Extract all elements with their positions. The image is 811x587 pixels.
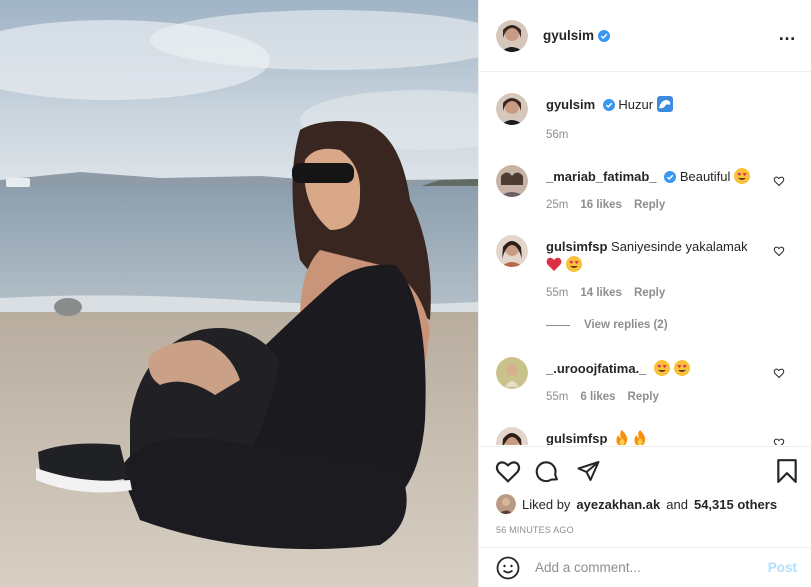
- commenter-avatar[interactable]: [496, 235, 528, 267]
- like-heart-icon[interactable]: [495, 459, 521, 483]
- likes-prefix: Liked by: [522, 496, 571, 512]
- post-comment-button[interactable]: Post: [768, 560, 797, 575]
- comment-bubble-icon[interactable]: [535, 459, 560, 484]
- like-comment-heart-icon[interactable]: [773, 367, 785, 379]
- caption-username[interactable]: gyulsim: [546, 97, 595, 112]
- commenter-username[interactable]: gulsimfsp: [546, 431, 607, 445]
- heart-eyes-emoji-icon: [654, 360, 671, 376]
- liker-avatar[interactable]: [496, 494, 516, 514]
- likes-count[interactable]: 54,315 others: [694, 497, 777, 512]
- verified-badge-icon: [598, 29, 611, 42]
- like-comment-heart-icon[interactable]: [773, 245, 785, 257]
- replies-divider: [546, 324, 570, 326]
- caption-meta: 56m: [546, 129, 568, 141]
- comment-meta: 55m 6 likes Reply: [546, 391, 659, 403]
- caption-author-avatar[interactable]: [496, 93, 528, 125]
- comment-likes[interactable]: 14 likes: [580, 287, 622, 299]
- beach-photo-illustration: [0, 0, 478, 587]
- post-actions: Liked by ayezakhan.ak and 54,315 others …: [479, 446, 811, 546]
- like-comment-heart-icon[interactable]: [773, 437, 785, 445]
- save-bookmark-icon[interactable]: [776, 458, 798, 484]
- commenter-avatar[interactable]: [496, 427, 528, 445]
- caption-time: 56m: [546, 129, 569, 141]
- comments-list[interactable]: gyulsim Huzur 56m _mariab_fatimab_ Beaut…: [479, 73, 811, 445]
- post-timestamp: 56 MINUTES AGO: [496, 525, 574, 535]
- commenter-avatar[interactable]: [496, 357, 528, 389]
- view-replies-toggle[interactable]: View replies (2): [546, 319, 668, 331]
- emoji-smiley-icon[interactable]: [496, 556, 520, 580]
- comment-input[interactable]: [535, 560, 745, 575]
- commenter-username[interactable]: _.urooojfatima._: [546, 361, 646, 376]
- comment-time: 55m: [546, 391, 569, 403]
- comment-time: 25m: [546, 199, 569, 211]
- comment-time: 55m: [546, 287, 569, 299]
- comment-text: Saniyesinde yakalamak: [611, 239, 748, 254]
- likes-summary: Liked by ayezakhan.ak and 54,315 others: [496, 494, 777, 514]
- more-options-icon[interactable]: …: [778, 25, 797, 43]
- reply-button[interactable]: Reply: [634, 199, 665, 211]
- red-heart-emoji-icon: [546, 257, 562, 271]
- fire-emoji-icon: [616, 430, 628, 445]
- comment-likes[interactable]: 16 likes: [580, 199, 622, 211]
- post-photo: [0, 0, 478, 587]
- verified-badge-icon: [664, 171, 677, 183]
- comment-meta: 55m 14 likes Reply: [546, 287, 665, 299]
- caption-text: Huzur: [618, 97, 654, 112]
- like-comment-heart-icon[interactable]: [773, 175, 785, 187]
- reply-button[interactable]: Reply: [628, 391, 659, 403]
- commenter-username[interactable]: _mariab_fatimab_: [546, 169, 657, 184]
- view-replies-label[interactable]: View replies (2): [584, 319, 668, 331]
- commenter-avatar[interactable]: [496, 165, 528, 197]
- heart-eyes-emoji-icon: [565, 256, 582, 272]
- comment-likes[interactable]: 6 likes: [580, 391, 615, 403]
- verified-badge-icon: [602, 99, 615, 111]
- wave-emoji-icon: [656, 96, 673, 112]
- heart-eyes-emoji-icon: [673, 360, 690, 376]
- author-avatar[interactable]: [496, 19, 528, 52]
- heart-eyes-emoji-icon: [734, 168, 751, 184]
- fire-emoji-icon: [634, 430, 645, 445]
- add-comment-bar: Post: [479, 547, 811, 587]
- comment-meta: 25m 16 likes Reply: [546, 199, 665, 211]
- comment-text: Beautiful: [679, 169, 731, 184]
- author-username[interactable]: gyulsim: [543, 28, 594, 43]
- post-header: gyulsim …: [479, 0, 811, 72]
- liker-username[interactable]: ayezakhan.ak: [576, 497, 660, 512]
- post-details-panel: gyulsim … gyulsim Huzur 56m _mariab_fati…: [478, 0, 811, 587]
- reply-button[interactable]: Reply: [634, 287, 665, 299]
- commenter-username[interactable]: gulsimfsp: [546, 239, 607, 254]
- share-paper-plane-icon[interactable]: [576, 459, 601, 483]
- likes-and: and: [666, 496, 688, 512]
